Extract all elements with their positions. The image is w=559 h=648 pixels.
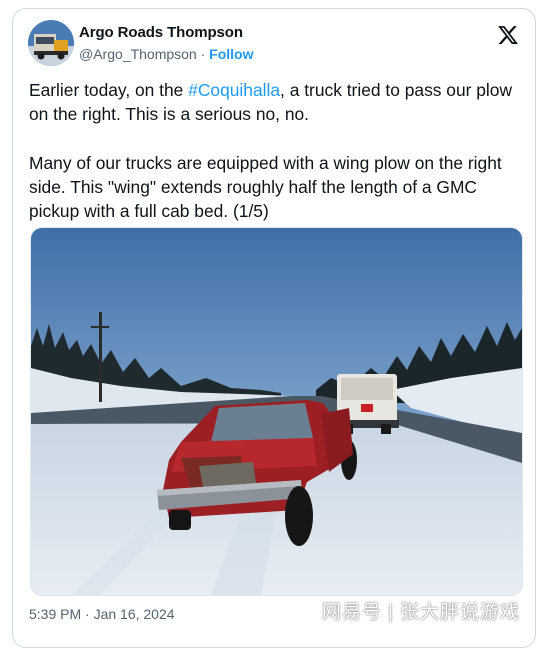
- tweet-text: Earlier today, on the #Coquihalla, a tru…: [29, 78, 529, 223]
- text-before-hashtag: Earlier today, on the: [29, 80, 189, 100]
- follow-button[interactable]: Follow: [209, 46, 253, 62]
- watermark: 网易号 | 张大胖说游戏: [322, 597, 520, 624]
- tweet-timestamp[interactable]: 5:39 PM · Jan 16, 2024: [29, 606, 175, 622]
- watermark-right: 张大胖说游戏: [399, 602, 520, 623]
- author-meta: @Argo_Thompson · Follow: [79, 46, 254, 62]
- x-logo-icon[interactable]: [497, 24, 519, 46]
- hashtag-link[interactable]: #Coquihalla: [188, 80, 280, 100]
- tweet-photo[interactable]: [30, 227, 523, 596]
- author-name[interactable]: Argo Roads Thompson: [79, 24, 243, 41]
- watermark-left: 网易号: [322, 602, 383, 623]
- tweet-paragraph-2: Many of our trucks are equipped with a w…: [29, 152, 502, 222]
- tweet-card: Argo Roads Thompson @Argo_Thompson · Fol…: [12, 8, 536, 648]
- meta-separator: ·: [200, 46, 206, 62]
- watermark-separator: |: [388, 602, 394, 623]
- author-avatar[interactable]: [28, 20, 74, 66]
- author-handle[interactable]: @Argo_Thompson: [79, 46, 197, 62]
- tweet-paragraph-1: Earlier today, on the #Coquihalla, a tru…: [29, 78, 529, 127]
